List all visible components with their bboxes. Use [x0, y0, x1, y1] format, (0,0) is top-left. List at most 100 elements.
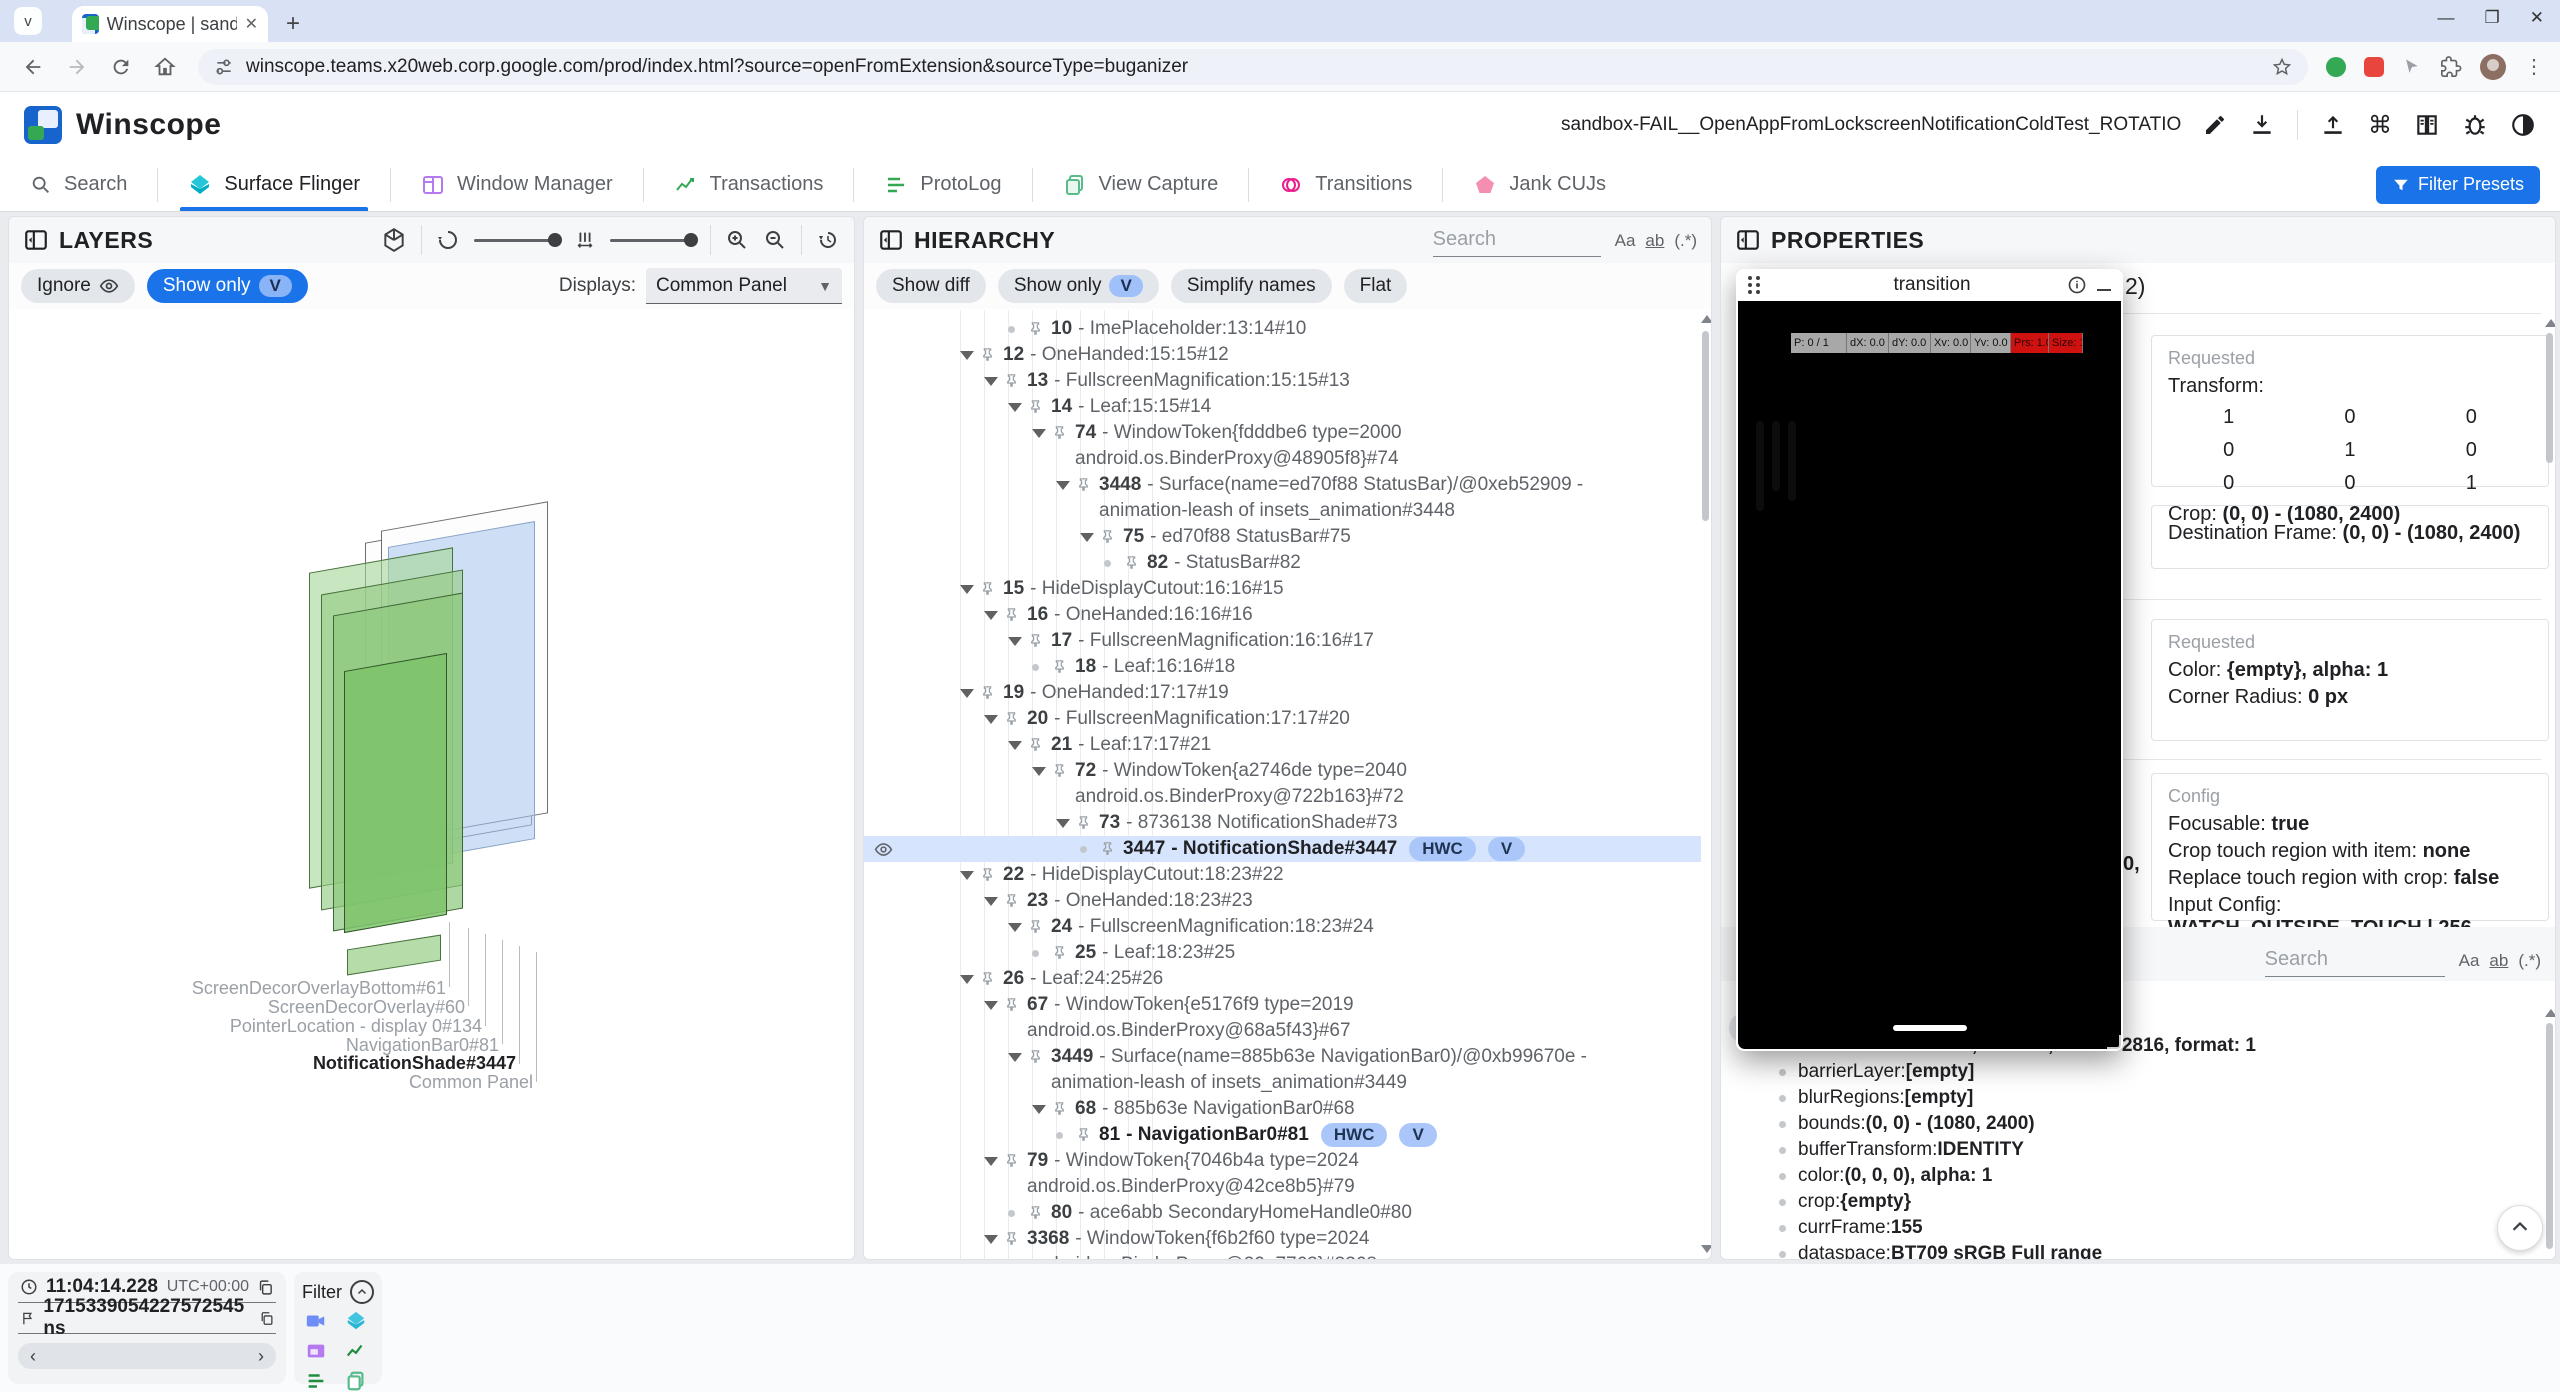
surface-flinger-filter-icon[interactable]: [345, 1310, 367, 1332]
show-only-chip[interactable]: Show only V: [998, 269, 1159, 303]
match-word-button[interactable]: ab: [2489, 951, 2508, 971]
simplify-names-chip[interactable]: Simplify names: [1171, 269, 1332, 303]
hierarchy-row[interactable]: 80- ace6abb SecondaryHomeHandle0#80: [864, 1200, 1701, 1226]
layer-label[interactable]: ScreenDecorOverlay#60: [268, 997, 465, 1018]
hierarchy-scrollbar[interactable]: [1699, 313, 1711, 1255]
hierarchy-row[interactable]: 15- HideDisplayCutout:16:16#15: [864, 576, 1701, 602]
properties-scrollbar[interactable]: [2543, 317, 2555, 927]
collapse-panel-icon[interactable]: [23, 227, 49, 253]
copy-icon[interactable]: [257, 1279, 274, 1296]
reload-icon[interactable]: [110, 56, 132, 78]
hierarchy-row[interactable]: 18- Leaf:16:16#18: [864, 654, 1701, 680]
screen-recording-filter-icon[interactable]: [305, 1310, 327, 1332]
expand-arrow-icon[interactable]: [984, 715, 998, 724]
hierarchy-row[interactable]: 81- NavigationBar0#81HWCV: [864, 1122, 1701, 1148]
expand-arrow-icon[interactable]: [1080, 533, 1094, 542]
match-case-button[interactable]: Aa: [2459, 951, 2480, 971]
layers-3d-canvas[interactable]: ScreenDecorOverlayBottom#61 ScreenDecorO…: [9, 310, 854, 1259]
zoom-in-icon[interactable]: [725, 228, 749, 252]
protolog-filter-icon[interactable]: [305, 1370, 327, 1392]
view-capture-filter-icon[interactable]: [345, 1370, 367, 1392]
hierarchy-row[interactable]: 12- OneHanded:15:15#12: [864, 342, 1701, 368]
zoom-out-icon[interactable]: [763, 228, 787, 252]
properties-tree-scrollbar[interactable]: [2543, 1007, 2555, 1255]
hierarchy-row[interactable]: 19- OneHanded:17:17#19: [864, 680, 1701, 706]
property-row[interactable]: bufferTransform: IDENTITY: [1721, 1137, 2543, 1163]
download-icon[interactable]: [2249, 112, 2275, 138]
layer-label[interactable]: PointerLocation - display 0#134: [230, 1016, 482, 1037]
layer-rect-screendecor-bottom[interactable]: [347, 935, 441, 976]
property-row[interactable]: currFrame: 155: [1721, 1215, 2543, 1241]
hierarchy-row[interactable]: 22- HideDisplayCutout:18:23#22: [864, 862, 1701, 888]
current-time[interactable]: 11:04:14.228: [46, 1276, 158, 1298]
expand-arrow-icon[interactable]: [984, 1157, 998, 1166]
prev-frame-icon[interactable]: ‹: [30, 1346, 36, 1367]
hierarchy-row[interactable]: 21- Leaf:17:17#21: [864, 732, 1701, 758]
hierarchy-row[interactable]: 68- 885b63e NavigationBar0#68: [864, 1096, 1701, 1122]
tab-search[interactable]: Search: [0, 158, 157, 211]
url-bar[interactable]: winscope.teams.x20web.corp.google.com/pr…: [198, 49, 2308, 85]
rotation-slider[interactable]: [474, 239, 560, 242]
profile-avatar[interactable]: [2480, 54, 2506, 80]
report-bug-icon[interactable]: [2462, 112, 2488, 138]
minimize-overlay-icon[interactable]: [2097, 289, 2111, 291]
hierarchy-row[interactable]: 72- WindowToken{a2746de type=2040 androi…: [864, 758, 1701, 810]
browser-menu-icon[interactable]: ⋮: [2524, 54, 2544, 79]
show-diff-chip[interactable]: Show diff: [876, 269, 986, 303]
ignore-chip[interactable]: Ignore: [21, 269, 135, 303]
property-row[interactable]: color: (0, 0, 0), alpha: 1: [1721, 1163, 2543, 1189]
window-close-icon[interactable]: ✕: [2530, 8, 2544, 28]
tab-transitions[interactable]: Transitions: [1249, 158, 1442, 211]
expand-arrow-icon[interactable]: [984, 1001, 998, 1010]
filter-presets-button[interactable]: Filter Presets: [2376, 166, 2540, 204]
hierarchy-row[interactable]: 3448- Surface(name=ed70f88 StatusBar)/@0…: [864, 472, 1701, 524]
expand-arrow-icon[interactable]: [1008, 923, 1022, 932]
expand-arrow-icon[interactable]: [984, 611, 998, 620]
transactions-filter-icon[interactable]: [345, 1340, 367, 1362]
tab-protolog[interactable]: ProtoLog: [854, 158, 1031, 211]
spacing-icon[interactable]: [574, 229, 596, 251]
current-timestamp-ns[interactable]: 1715339054227572545 ns: [43, 1296, 250, 1340]
bookmark-star-icon[interactable]: [2272, 57, 2292, 77]
extensions-puzzle-icon[interactable]: [2440, 56, 2462, 78]
flat-chip[interactable]: Flat: [1344, 269, 1408, 303]
copy-icon[interactable]: [259, 1310, 274, 1327]
expand-arrow-icon[interactable]: [960, 975, 974, 984]
expand-arrow-icon[interactable]: [1008, 741, 1022, 750]
expand-arrow-icon[interactable]: [984, 377, 998, 386]
expand-arrow-icon[interactable]: [1008, 637, 1022, 646]
property-row[interactable]: crop: {empty}: [1721, 1189, 2543, 1215]
expand-arrow-icon[interactable]: [1032, 1105, 1046, 1114]
layer-label-selected[interactable]: NotificationShade#3447: [313, 1053, 516, 1074]
tab-window-manager[interactable]: Window Manager: [391, 158, 643, 211]
tab-surface-flinger[interactable]: Surface Flinger: [158, 158, 390, 211]
show-only-chip[interactable]: Show only V: [147, 269, 308, 303]
expand-arrow-icon[interactable]: [1008, 1053, 1022, 1062]
spacing-slider[interactable]: [610, 239, 696, 242]
window-manager-filter-icon[interactable]: [305, 1340, 327, 1362]
scroll-to-top-button[interactable]: [2497, 1205, 2543, 1251]
property-row[interactable]: blurRegions: [empty]: [1721, 1085, 2543, 1111]
display-label[interactable]: Common Panel: [409, 1072, 533, 1093]
new-tab-button[interactable]: +: [286, 10, 300, 38]
home-icon[interactable]: [154, 56, 176, 78]
expand-arrow-icon[interactable]: [1056, 481, 1070, 490]
expand-arrow-icon[interactable]: [960, 689, 974, 698]
extension-icon-cursor[interactable]: [2402, 57, 2422, 77]
hierarchy-row[interactable]: 75- ed70f88 StatusBar#75: [864, 524, 1701, 550]
property-row[interactable]: dataspace: BT709 sRGB Full range: [1721, 1241, 2543, 1259]
hierarchy-row[interactable]: 14- Leaf:15:15#14: [864, 394, 1701, 420]
hierarchy-row[interactable]: 20- FullscreenMagnification:17:17#20: [864, 706, 1701, 732]
displays-select[interactable]: Common Panel ▼: [646, 268, 842, 304]
expand-arrow-icon[interactable]: [984, 897, 998, 906]
documentation-icon[interactable]: [2414, 112, 2440, 138]
hierarchy-row[interactable]: 74- WindowToken{fdddbe6 type=2000 androi…: [864, 420, 1701, 472]
hierarchy-row[interactable]: 23- OneHanded:18:23#23: [864, 888, 1701, 914]
screen-preview-overlay[interactable]: transition P: 0 / 1 dX: 0.0 dY: 0.0 Xv: …: [1736, 269, 2123, 1051]
3d-view-icon[interactable]: [381, 227, 407, 253]
property-row[interactable]: bounds: (0, 0) - (1080, 2400): [1721, 1111, 2543, 1137]
tab-view-capture[interactable]: View Capture: [1033, 158, 1249, 211]
dark-mode-icon[interactable]: [2510, 112, 2536, 138]
regex-button[interactable]: (.*): [1674, 231, 1697, 251]
collapse-panel-icon[interactable]: [878, 227, 904, 253]
